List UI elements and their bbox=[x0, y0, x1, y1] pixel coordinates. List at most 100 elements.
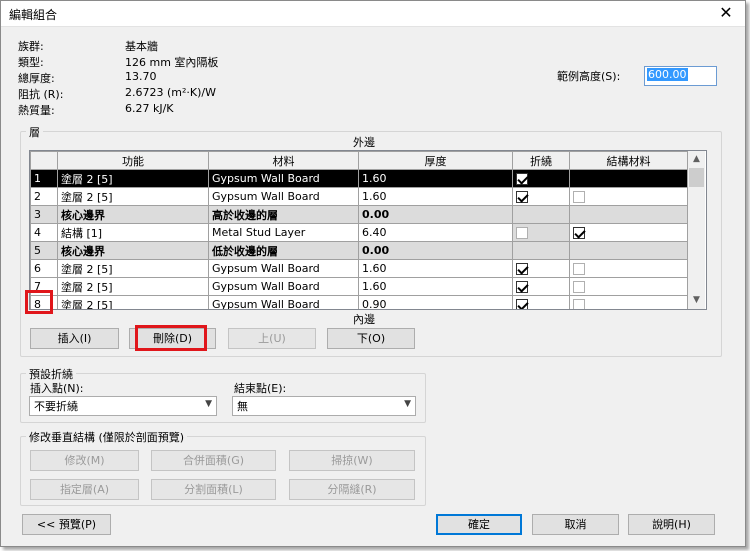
row-wrap-cell bbox=[512, 205, 570, 224]
type-value: 126 mm 室內隔板 bbox=[125, 56, 219, 69]
row-function[interactable]: 塗層 2 [5] bbox=[57, 277, 209, 296]
row-thickness[interactable]: 0.90 bbox=[358, 295, 513, 309]
layers-table: 功能 材料 厚度 折繞 結構材料 1 塗層 2 [5] Gypsum Wall … bbox=[29, 150, 707, 310]
merge-regions-button[interactable]: 合併面積(G) bbox=[151, 450, 276, 471]
reveals-button[interactable]: 分隔縫(R) bbox=[289, 479, 415, 500]
sweeps-button[interactable]: 掃掠(W) bbox=[289, 450, 415, 471]
row-material[interactable]: Gypsum Wall Board bbox=[208, 187, 359, 206]
wrap-checkbox[interactable] bbox=[516, 262, 528, 275]
table-row[interactable]: 6 塗層 2 [5] Gypsum Wall Board 1.60 bbox=[30, 259, 688, 278]
row-wrap-cell[interactable] bbox=[512, 295, 570, 309]
row-wrap-cell[interactable] bbox=[512, 259, 570, 278]
family-label: 族群: bbox=[18, 40, 44, 53]
wrap-checkbox[interactable] bbox=[516, 226, 528, 239]
row-material[interactable]: Gypsum Wall Board bbox=[208, 169, 359, 188]
wrap-checkbox[interactable] bbox=[516, 172, 528, 185]
move-up-button[interactable]: 上(U) bbox=[228, 328, 316, 349]
col-structural-header: 結構材料 bbox=[569, 151, 688, 170]
wrap-checkbox[interactable] bbox=[516, 190, 528, 203]
row-function[interactable]: 塗層 2 [5] bbox=[57, 187, 209, 206]
row-structural-cell[interactable] bbox=[569, 295, 688, 309]
row-function[interactable]: 核心邊界 bbox=[57, 241, 209, 260]
structural-checkbox[interactable] bbox=[573, 280, 585, 293]
row-material[interactable]: Metal Stud Layer bbox=[208, 223, 359, 242]
row-structural-cell[interactable] bbox=[569, 169, 688, 188]
total-thickness-value: 13.70 bbox=[125, 70, 157, 83]
table-row[interactable]: 1 塗層 2 [5] Gypsum Wall Board 1.60 bbox=[30, 169, 688, 188]
table-row[interactable]: 8 塗層 2 [5] Gypsum Wall Board 0.90 bbox=[30, 295, 688, 309]
row-wrap-cell[interactable] bbox=[512, 169, 570, 188]
row-thickness[interactable]: 1.60 bbox=[358, 169, 513, 188]
help-button[interactable]: 說明(H) bbox=[628, 514, 715, 535]
row-thickness[interactable]: 1.60 bbox=[358, 277, 513, 296]
row-thickness[interactable]: 0.00 bbox=[358, 241, 513, 260]
layers-scrollbar[interactable]: ▲ ▼ bbox=[688, 151, 705, 309]
chevron-down-icon: ▼ bbox=[404, 399, 411, 409]
end-point-label: 結束點(E): bbox=[234, 382, 287, 395]
row-material[interactable]: 高於收邊的層 bbox=[208, 205, 359, 224]
sample-height-value: 600.00 bbox=[647, 68, 688, 81]
ok-button[interactable]: 確定 bbox=[436, 514, 522, 535]
row-material[interactable]: Gypsum Wall Board bbox=[208, 277, 359, 296]
row-function[interactable]: 結構 [1] bbox=[57, 223, 209, 242]
insert-point-value: 不要折繞 bbox=[34, 400, 78, 413]
table-row[interactable]: 5 核心邊界 低於收邊的層 0.00 bbox=[30, 241, 688, 260]
structural-checkbox[interactable] bbox=[573, 172, 585, 185]
row-material[interactable]: Gypsum Wall Board bbox=[208, 295, 359, 309]
row-number[interactable]: 2 bbox=[30, 187, 58, 206]
row-wrap-cell[interactable] bbox=[512, 277, 570, 296]
modify-button[interactable]: 修改(M) bbox=[30, 450, 139, 471]
sample-height-label: 範例高度(S): bbox=[557, 70, 621, 83]
table-row[interactable]: 3 核心邊界 高於收邊的層 0.00 bbox=[30, 205, 688, 224]
row-wrap-cell[interactable] bbox=[512, 223, 570, 242]
row-number[interactable]: 1 bbox=[30, 169, 58, 188]
sample-height-input[interactable]: 600.00 bbox=[644, 66, 717, 86]
scroll-up-icon[interactable]: ▲ bbox=[688, 151, 705, 168]
row-function[interactable]: 塗層 2 [5] bbox=[57, 169, 209, 188]
cancel-button[interactable]: 取消 bbox=[532, 514, 619, 535]
title-bar: 編輯組合 ✕ bbox=[1, 1, 745, 27]
wrap-checkbox[interactable] bbox=[516, 298, 528, 309]
row-thickness[interactable]: 6.40 bbox=[358, 223, 513, 242]
row-number[interactable]: 3 bbox=[30, 205, 58, 224]
row-structural-cell[interactable] bbox=[569, 223, 688, 242]
row-thickness[interactable]: 1.60 bbox=[358, 259, 513, 278]
type-label: 類型: bbox=[18, 56, 44, 69]
structural-checkbox[interactable] bbox=[573, 190, 585, 203]
table-row[interactable]: 4 結構 [1] Metal Stud Layer 6.40 bbox=[30, 223, 688, 242]
wrap-checkbox[interactable] bbox=[516, 280, 528, 293]
row-structural-cell[interactable] bbox=[569, 277, 688, 296]
end-point-select[interactable]: 無 ▼ bbox=[232, 396, 416, 416]
structural-checkbox[interactable] bbox=[573, 226, 585, 239]
split-region-button[interactable]: 分割面積(L) bbox=[151, 479, 276, 500]
structural-checkbox[interactable] bbox=[573, 298, 585, 309]
total-thickness-label: 總厚度: bbox=[18, 72, 55, 85]
row-thickness[interactable]: 1.60 bbox=[358, 187, 513, 206]
row-number[interactable]: 6 bbox=[30, 259, 58, 278]
row-function[interactable]: 塗層 2 [5] bbox=[57, 295, 209, 309]
chevron-down-icon: ▼ bbox=[205, 399, 212, 409]
row-structural-cell[interactable] bbox=[569, 259, 688, 278]
row-wrap-cell bbox=[512, 241, 570, 260]
row-thickness[interactable]: 0.00 bbox=[358, 205, 513, 224]
close-icon[interactable]: ✕ bbox=[713, 3, 739, 23]
table-row[interactable]: 2 塗層 2 [5] Gypsum Wall Board 1.60 bbox=[30, 187, 688, 206]
row-wrap-cell[interactable] bbox=[512, 187, 570, 206]
insert-point-select[interactable]: 不要折繞 ▼ bbox=[29, 396, 217, 416]
scroll-down-icon[interactable]: ▼ bbox=[688, 292, 705, 309]
preview-button[interactable]: << 預覽(P) bbox=[22, 514, 111, 535]
move-down-button[interactable]: 下(O) bbox=[327, 328, 415, 349]
row-material[interactable]: 低於收邊的層 bbox=[208, 241, 359, 260]
row-material[interactable]: Gypsum Wall Board bbox=[208, 259, 359, 278]
row-function[interactable]: 塗層 2 [5] bbox=[57, 259, 209, 278]
row-structural-cell[interactable] bbox=[569, 187, 688, 206]
row-number[interactable]: 5 bbox=[30, 241, 58, 260]
row-function[interactable]: 核心邊界 bbox=[57, 205, 209, 224]
thermal-mass-value: 6.27 kJ/K bbox=[125, 102, 174, 115]
scroll-thumb[interactable] bbox=[689, 168, 704, 187]
assign-layers-button[interactable]: 指定層(A) bbox=[30, 479, 139, 500]
row-number[interactable]: 4 bbox=[30, 223, 58, 242]
table-row[interactable]: 7 塗層 2 [5] Gypsum Wall Board 1.60 bbox=[30, 277, 688, 296]
structural-checkbox[interactable] bbox=[573, 262, 585, 275]
insert-button[interactable]: 插入(I) bbox=[30, 328, 119, 349]
